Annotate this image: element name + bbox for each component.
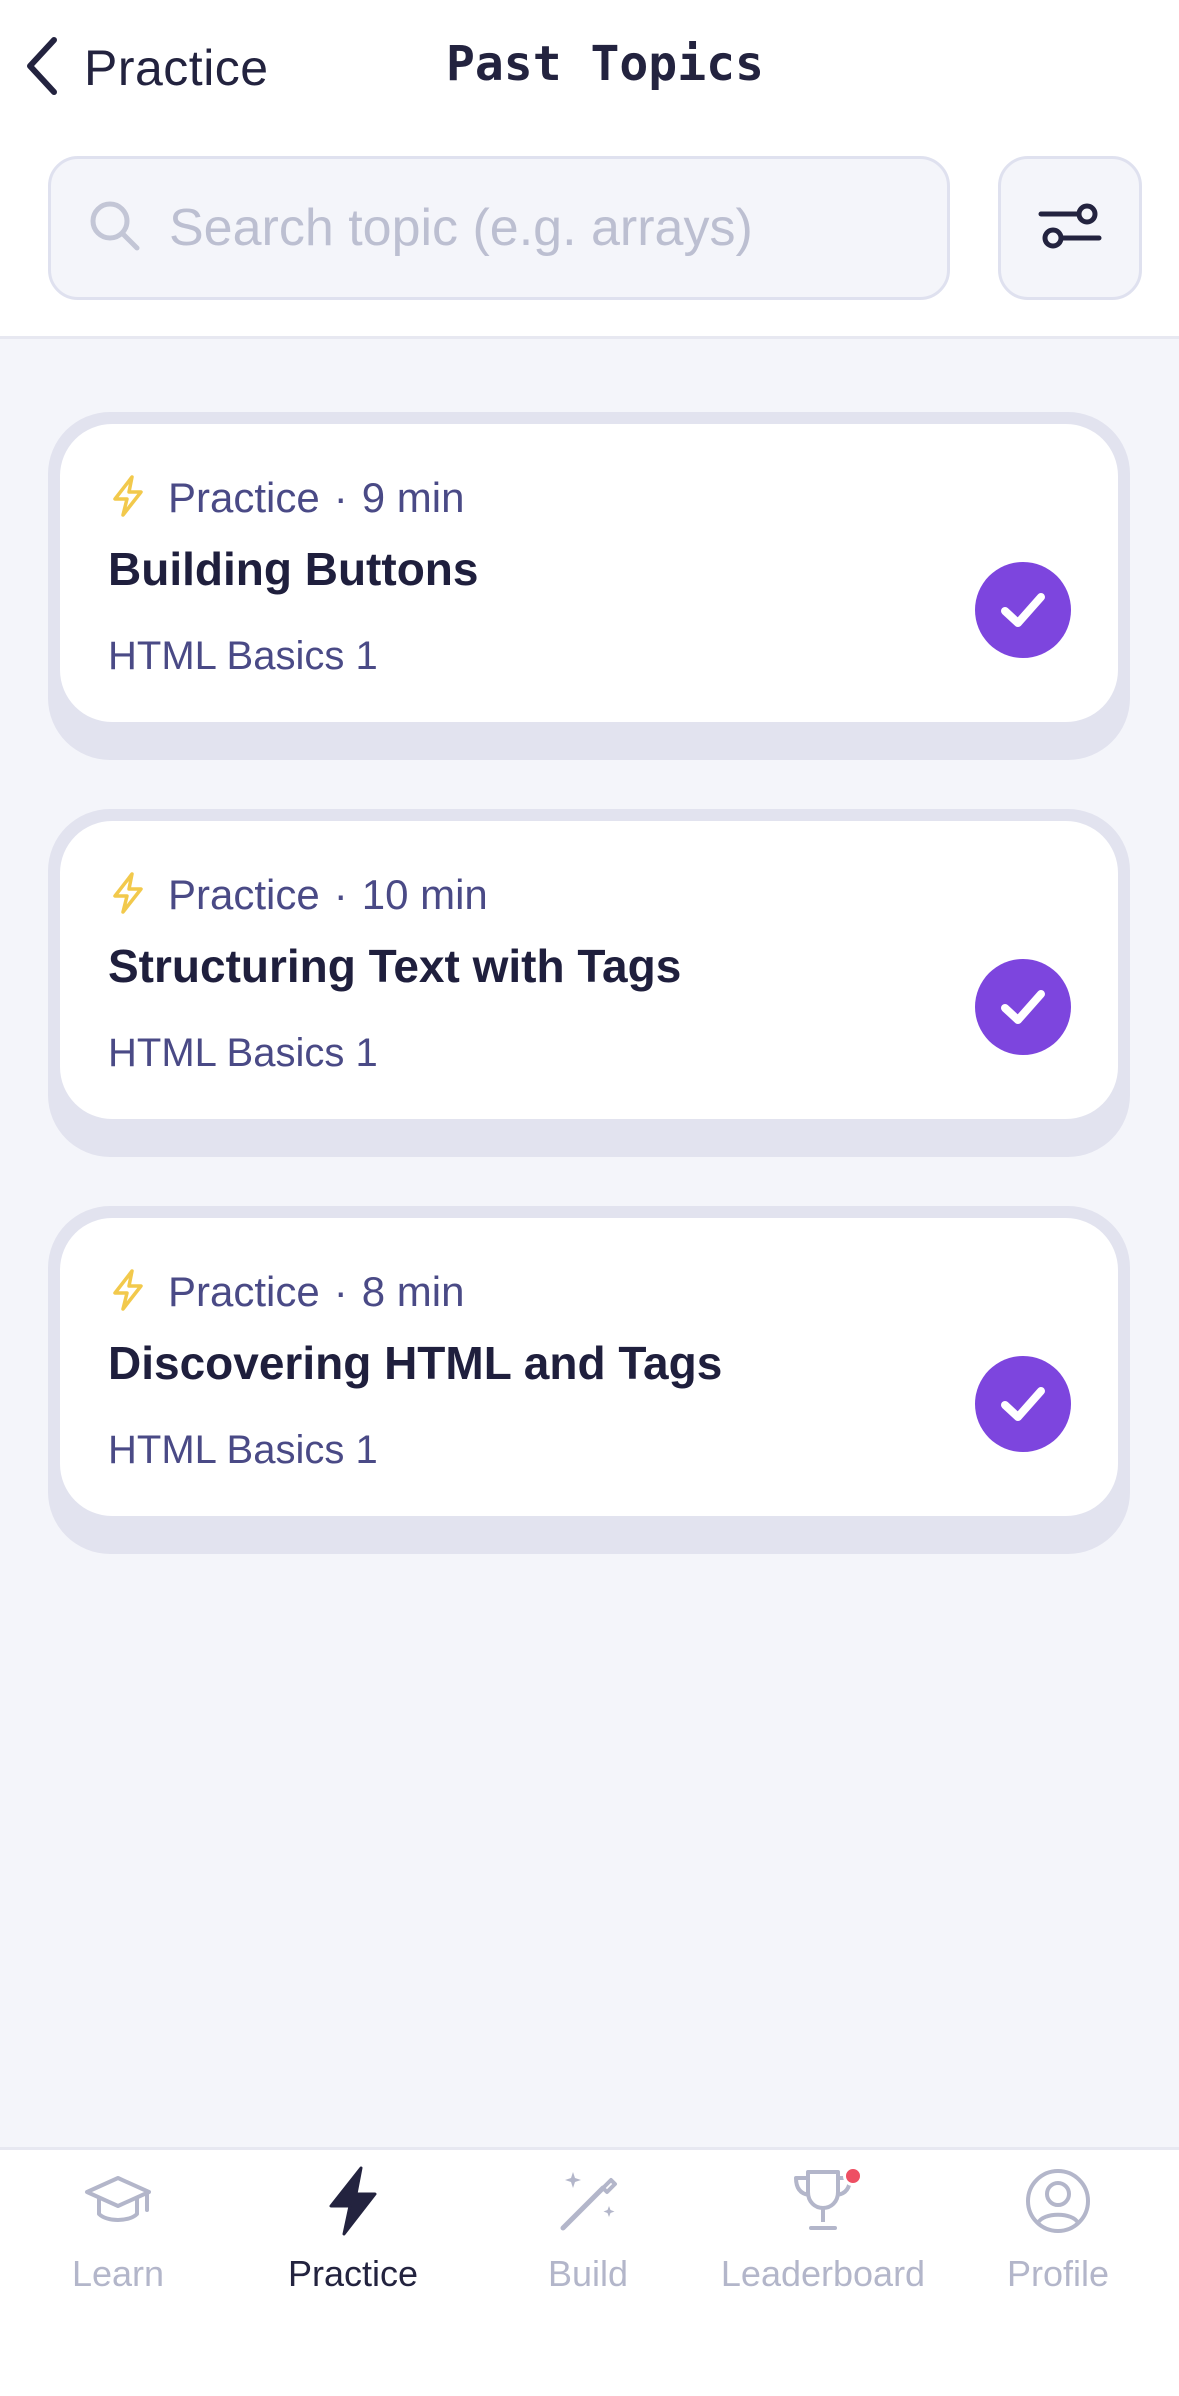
user-circle-icon (1021, 2164, 1095, 2243)
meta-separator: · (333, 1268, 348, 1315)
past-topics-screen: Practice Past Topics Search topic (e.g. … (0, 0, 1179, 2396)
magic-wand-icon (551, 2164, 625, 2243)
topic-duration: 8 min (361, 1268, 465, 1315)
sliders-icon (1037, 198, 1103, 259)
topic-type: Practice (168, 871, 320, 918)
topic-course: HTML Basics 1 (108, 1428, 378, 1472)
tab-practice[interactable]: Practice (235, 2164, 471, 2314)
notification-dot (843, 2166, 863, 2186)
lightning-icon (108, 1268, 148, 1317)
search-box[interactable] (48, 156, 950, 300)
topic-title: Discovering HTML and Tags (108, 1337, 723, 1389)
tab-build[interactable]: Build (470, 2164, 706, 2314)
topics-list: Practice · 9 min Building Buttons HTML B… (0, 339, 1179, 2147)
topic-title: Structuring Text with Tags (108, 940, 682, 992)
tab-label: Build (547, 2253, 629, 2294)
completed-check-icon (975, 562, 1071, 658)
topic-meta: Practice · 10 min (108, 869, 488, 921)
lightning-icon (108, 871, 148, 920)
topic-type: Practice (168, 1268, 320, 1315)
tab-label: Profile (1006, 2253, 1110, 2294)
topic-card[interactable]: Practice · 8 min Discovering HTML and Ta… (48, 1206, 1130, 1554)
topic-meta: Practice · 9 min (108, 472, 464, 524)
bottom-tab-bar: Learn Practice Build Leaderboard Profile (0, 2147, 1179, 2396)
tab-label: Learn (71, 2253, 165, 2294)
meta-separator: · (333, 871, 348, 918)
chevron-left-icon (20, 34, 64, 103)
tab-label: Practice (287, 2253, 419, 2294)
topic-type: Practice (168, 474, 320, 521)
tab-leaderboard[interactable]: Leaderboard (705, 2164, 941, 2314)
topic-meta: Practice · 8 min (108, 1266, 464, 1318)
search-icon (51, 198, 143, 259)
lightning-icon (316, 2164, 390, 2243)
completed-check-icon (975, 959, 1071, 1055)
search-input[interactable] (169, 198, 929, 258)
topic-course: HTML Basics 1 (108, 634, 378, 678)
lightning-icon (108, 474, 148, 523)
completed-check-icon (975, 1356, 1071, 1452)
topic-card-body: Practice · 10 min Structuring Text with … (60, 821, 1118, 1119)
page-title: Past Topics (446, 36, 764, 92)
topic-course: HTML Basics 1 (108, 1031, 378, 1075)
tab-profile[interactable]: Profile (940, 2164, 1176, 2314)
topic-card-body: Practice · 9 min Building Buttons HTML B… (60, 424, 1118, 722)
graduation-cap-icon (81, 2164, 155, 2243)
header: Practice Past Topics (0, 0, 1179, 140)
back-button[interactable]: Practice (20, 30, 269, 106)
topic-card-body: Practice · 8 min Discovering HTML and Ta… (60, 1218, 1118, 1516)
topic-duration: 10 min (361, 871, 488, 918)
filter-button[interactable] (998, 156, 1142, 300)
meta-separator: · (333, 474, 348, 521)
topic-title: Building Buttons (108, 543, 479, 595)
topic-duration: 9 min (361, 474, 465, 521)
topic-card[interactable]: Practice · 10 min Structuring Text with … (48, 809, 1130, 1157)
back-label: Practice (84, 40, 269, 96)
tab-learn[interactable]: Learn (0, 2164, 236, 2314)
topic-card[interactable]: Practice · 9 min Building Buttons HTML B… (48, 412, 1130, 760)
tab-label: Leaderboard (720, 2253, 926, 2294)
